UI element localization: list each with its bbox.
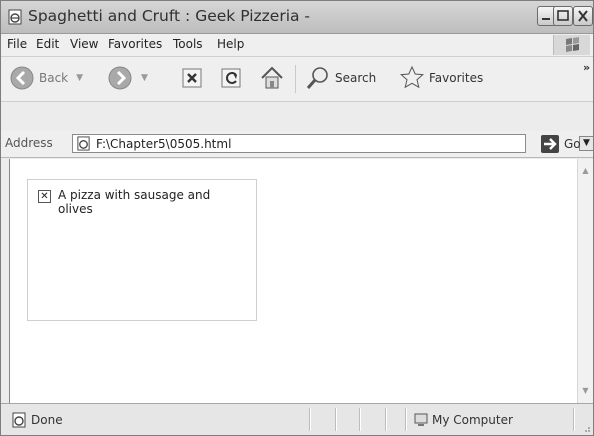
favorites-button[interactable]: Favorites	[399, 63, 483, 93]
page-icon	[77, 136, 90, 151]
favorites-star-icon	[399, 65, 425, 89]
forward-arrow-icon	[108, 66, 132, 90]
menu-file[interactable]: File	[7, 37, 27, 51]
refresh-button[interactable]	[220, 63, 244, 93]
menu-help[interactable]: Help	[217, 37, 244, 51]
address-bar: Address F:\Chapter5\0505.html ▼ Go	[1, 131, 593, 158]
menu-edit[interactable]: Edit	[36, 37, 59, 51]
broken-image-placeholder: ✕ A pizza with sausage and olives	[27, 179, 257, 321]
menu-favorites[interactable]: Favorites	[108, 37, 162, 51]
scroll-up-icon[interactable]: ▲	[578, 163, 593, 179]
page-content: ✕ A pizza with sausage and olives	[9, 159, 578, 403]
status-page-icon	[12, 412, 26, 428]
menu-tools[interactable]: Tools	[173, 37, 203, 51]
image-alt-text: A pizza with sausage and olives	[58, 188, 211, 216]
menu-view[interactable]: View	[70, 37, 98, 51]
back-arrow-icon	[10, 66, 34, 90]
status-separator	[573, 408, 575, 431]
go-label[interactable]: Go	[564, 137, 581, 151]
window-title: Spaghetti and Cruft : Geek Pizzeria -	[28, 7, 311, 25]
refresh-icon	[221, 68, 241, 88]
toolbar: Back ▼ ▼ Search Favorites »	[1, 57, 593, 102]
search-label: Search	[335, 71, 377, 85]
back-dropdown-icon[interactable]: ▼	[76, 73, 83, 83]
maximize-button[interactable]	[553, 6, 573, 26]
go-arrow-icon	[544, 138, 557, 150]
scroll-down-icon[interactable]: ▼	[578, 383, 593, 399]
security-zone: My Computer	[432, 413, 513, 427]
favorites-label: Favorites	[429, 71, 484, 85]
status-separator	[335, 408, 337, 431]
resize-grip-icon[interactable]	[579, 419, 591, 433]
menu-bar: File Edit View Favorites Tools Help	[1, 34, 593, 57]
stop-button[interactable]	[181, 63, 205, 93]
stop-icon	[182, 68, 202, 88]
back-button[interactable]: Back ▼	[9, 63, 83, 93]
address-dropdown-icon[interactable]: ▼	[579, 136, 593, 151]
address-field[interactable]: F:\Chapter5\0505.html ▼	[72, 134, 593, 153]
status-separator	[405, 408, 407, 431]
windows-flag-icon	[566, 37, 579, 52]
close-icon	[578, 10, 588, 22]
status-bar: Done My Computer	[1, 403, 593, 435]
toolbar-overflow-icon[interactable]: »	[583, 61, 590, 74]
ie-page-icon	[8, 9, 22, 25]
forward-dropdown-icon[interactable]: ▼	[141, 73, 148, 83]
status-text: Done	[31, 413, 63, 427]
title-bar[interactable]: Spaghetti and Cruft : Geek Pizzeria -	[1, 1, 593, 34]
address-value[interactable]: F:\Chapter5\0505.html	[96, 137, 231, 151]
search-button[interactable]: Search	[305, 63, 376, 93]
go-button[interactable]	[541, 135, 559, 153]
status-separator	[385, 408, 387, 431]
broken-image-icon: ✕	[38, 190, 51, 203]
maximize-icon	[557, 10, 569, 21]
vertical-scrollbar[interactable]: ▲ ▼	[577, 159, 593, 403]
close-button[interactable]	[573, 6, 593, 26]
status-separator	[359, 408, 361, 431]
search-icon	[306, 67, 328, 89]
my-computer-icon	[414, 413, 428, 426]
windows-logo	[553, 35, 590, 55]
address-label: Address	[5, 136, 53, 150]
toolbar-separator	[295, 65, 296, 93]
home-icon	[261, 66, 283, 89]
browser-window: Spaghetti and Cruft : Geek Pizzeria - Fi…	[0, 0, 594, 436]
home-button[interactable]	[259, 63, 285, 93]
back-label: Back	[39, 71, 69, 85]
forward-button[interactable]: ▼	[107, 63, 148, 93]
status-separator	[309, 408, 311, 431]
